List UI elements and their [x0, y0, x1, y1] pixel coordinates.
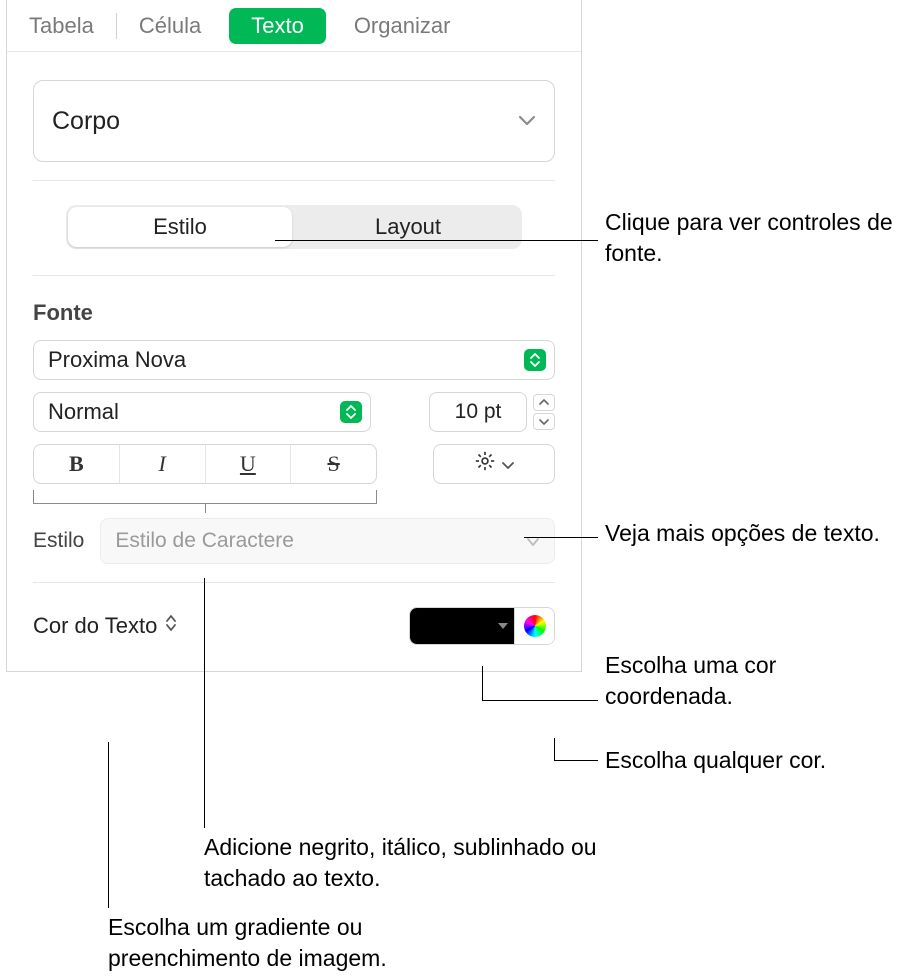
tab-table[interactable]: Tabela — [7, 0, 116, 52]
divider — [33, 582, 555, 583]
text-options-button[interactable] — [433, 444, 555, 484]
leader-line — [524, 537, 598, 538]
style-layout-segmented: Estilo Layout — [66, 205, 522, 249]
color-swatch[interactable] — [410, 608, 514, 644]
char-style-select[interactable]: Estilo de Caractere — [100, 518, 555, 564]
stepper-down[interactable] — [533, 413, 555, 430]
text-color-controls — [409, 607, 555, 645]
italic-button[interactable]: I — [119, 445, 205, 483]
text-color-label: Cor do Texto — [33, 613, 157, 639]
font-section-label: Fonte — [33, 300, 555, 326]
color-wheel-button[interactable] — [514, 608, 554, 644]
leader-line — [482, 666, 483, 700]
segment-style[interactable]: Estilo — [68, 207, 292, 247]
char-style-label: Estilo — [33, 529, 84, 553]
tab-text[interactable]: Texto — [229, 8, 326, 44]
gear-icon — [474, 450, 496, 478]
inspector-tabs: Tabela Célula Texto Organizar — [7, 0, 581, 52]
font-size-value: 10 pt — [455, 400, 502, 424]
segment-layout[interactable]: Layout — [296, 207, 520, 247]
callout-more-text: Veja mais opções de texto. — [605, 518, 895, 549]
callout-font-controls: Clique para ver controles de fonte. — [605, 207, 895, 269]
char-style-placeholder: Estilo de Caractere — [115, 529, 294, 553]
leader-line — [108, 742, 109, 908]
font-family-select[interactable]: Proxima Nova — [33, 340, 555, 380]
chevron-down-icon — [526, 529, 540, 553]
color-wheel-icon — [524, 615, 546, 637]
divider — [33, 275, 555, 276]
font-family-value: Proxima Nova — [48, 347, 186, 373]
divider — [33, 180, 555, 181]
callout-coord-color: Escolha uma cor coordenada. — [605, 650, 895, 712]
text-color-menu[interactable]: Cor do Texto — [33, 613, 177, 639]
leader-line — [204, 578, 205, 828]
format-panel: Tabela Célula Texto Organizar Corpo Esti… — [6, 0, 582, 672]
strikethrough-button[interactable]: S — [290, 445, 376, 483]
text-style-buttons: B I U S — [33, 444, 377, 484]
font-size-stepper — [533, 394, 555, 430]
paragraph-style-value: Corpo — [52, 107, 120, 136]
bius-bracket — [33, 490, 377, 504]
chevron-down-icon — [518, 115, 536, 127]
callout-bius: Adicione negrito, itálico, sublinhado ou… — [204, 832, 644, 894]
updown-icon — [524, 349, 546, 371]
font-weight-value: Normal — [48, 399, 119, 425]
bold-button[interactable]: B — [34, 445, 119, 483]
updown-icon — [340, 401, 362, 423]
leader-line — [275, 240, 598, 241]
updown-icon — [165, 614, 177, 638]
leader-line — [482, 700, 598, 701]
font-size-field[interactable]: 10 pt — [429, 392, 527, 432]
paragraph-style-select[interactable]: Corpo — [33, 80, 555, 162]
callout-any-color: Escolha qualquer cor. — [605, 745, 895, 776]
stepper-up[interactable] — [533, 394, 555, 411]
chevron-down-icon — [502, 452, 514, 476]
tab-organize[interactable]: Organizar — [332, 0, 473, 52]
callout-gradient: Escolha um gradiente ou preenchimento de… — [108, 912, 468, 974]
tab-cell[interactable]: Célula — [117, 0, 223, 52]
leader-line — [554, 760, 598, 761]
leader-line — [554, 738, 555, 760]
font-weight-select[interactable]: Normal — [33, 392, 371, 432]
underline-button[interactable]: U — [205, 445, 291, 483]
